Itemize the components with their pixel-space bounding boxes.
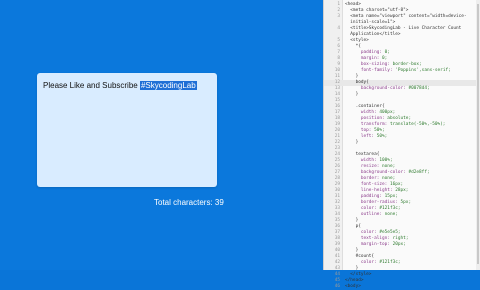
code-text: <body> bbox=[345, 284, 361, 289]
text-input-area[interactable]: Please Like and Subscribe #SkycodingLab bbox=[37, 73, 217, 187]
code-line[interactable]: 46 <body> bbox=[324, 284, 480, 290]
line-number: 46 bbox=[334, 284, 340, 289]
code-lines: 1 <head> 2 <meta charset="utf-8"> 3 <meta n… bbox=[324, 2, 480, 290]
code-editor[interactable]: 1 <head> 2 <meta charset="utf-8"> 3 <meta n… bbox=[323, 0, 480, 289]
scrollbar-thumb[interactable] bbox=[477, 4, 479, 264]
preview-pane: Please Like and Subscribe #SkycodingLab … bbox=[0, 0, 323, 270]
character-count: Total characters: 39 bbox=[154, 198, 224, 207]
editor-scrollbar[interactable] bbox=[476, 0, 480, 270]
typed-text: Please Like and Subscribe bbox=[43, 81, 140, 90]
selected-text: #SkycodingLab bbox=[139, 81, 197, 90]
